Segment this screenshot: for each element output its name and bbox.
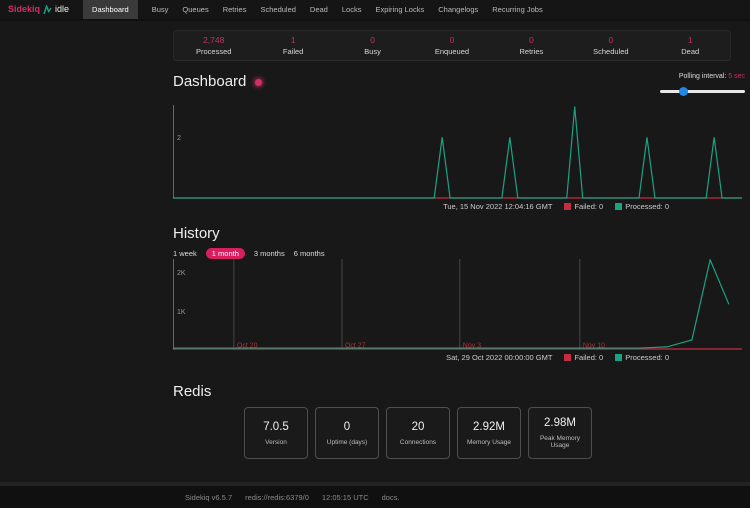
legend-swatch-icon [615, 203, 622, 210]
summary-stat: 0 Scheduled [571, 35, 650, 57]
redis-stat-value: 0 [344, 421, 350, 433]
history-section-title: History [173, 225, 745, 242]
footer-server-time: 12:05:15 UTC [322, 493, 369, 502]
summary-stat: 1 Failed [253, 35, 332, 57]
footer-version: Sidekiq v6.5.7 [185, 493, 232, 502]
legend-timestamp: Tue, 15 Nov 2022 12:04:16 GMT [443, 202, 552, 211]
summary-stat: 0 Busy [333, 35, 412, 57]
redis-stat-value: 2.92M [473, 421, 505, 433]
nav-tab[interactable]: Busy [152, 0, 169, 19]
top-navbar: Sidekiq idle Dashboard Busy Queues Retries S… [0, 0, 750, 21]
summary-stat-label: Failed [253, 47, 332, 57]
history-range-filter[interactable]: 6 months [294, 249, 325, 258]
summary-stat-label: Retries [492, 47, 571, 57]
sidekiq-brand-link[interactable]: Sidekiq [8, 0, 40, 19]
summary-stat: 1 Dead [651, 35, 730, 57]
legend-swatch-icon [564, 203, 571, 210]
footer-redis-url: redis://redis:6379/0 [245, 493, 309, 502]
redis-section-title: Redis [173, 383, 745, 400]
redis-stat-value: 2.98M [544, 417, 576, 429]
nav-tab[interactable]: Retries [223, 0, 247, 19]
legend-entry: Processed: 0 [615, 353, 669, 362]
summary-stat: 0 Enqueued [412, 35, 491, 57]
summary-stat: 2,748 Processed [174, 35, 253, 57]
svg-text:1K: 1K [177, 309, 186, 316]
summary-stat-label: Processed [174, 47, 253, 57]
history-chart: Oct 20Oct 27Nov 3Nov 102K1K [173, 259, 742, 350]
polling-control: Polling interval: 5 sec [660, 73, 745, 98]
legend-entry-label: Failed: 0 [574, 202, 603, 211]
history-range-filter[interactable]: 3 months [254, 249, 285, 258]
footer-docs-link[interactable]: docs. [382, 493, 400, 502]
redis-stat-value: 7.0.5 [263, 421, 289, 433]
redis-stat-label: Version [263, 439, 289, 446]
nav-tab[interactable]: Locks [342, 0, 362, 19]
summary-stat-value: 0 [333, 35, 412, 45]
summary-stat: 0 Retries [492, 35, 571, 57]
redis-stat-card: 2.98M Peak Memory Usage [528, 407, 592, 459]
summary-stat-label: Dead [651, 47, 730, 57]
nav-tab[interactable]: Queues [182, 0, 208, 19]
redis-stat-label: Peak Memory Usage [529, 435, 591, 449]
polling-interval-label: Polling interval: 5 sec [660, 73, 745, 80]
nav-tab[interactable]: Dashboard [83, 0, 138, 19]
realtime-chart: 2 [173, 105, 742, 199]
legend-entry-label: Failed: 0 [574, 353, 603, 362]
nav-tab[interactable]: Changelogs [438, 0, 478, 19]
legend-entry-label: Processed: 0 [625, 202, 669, 211]
history-range-filters: 1 week 1 month 3 months 6 months [173, 247, 745, 259]
nav-tab[interactable]: Scheduled [260, 0, 295, 19]
redis-stat-card: 2.92M Memory Usage [457, 407, 521, 459]
summary-stat-value: 2,748 [174, 35, 253, 45]
nav-tab[interactable]: Expiring Locks [375, 0, 424, 19]
process-status-label: idle [55, 0, 69, 19]
sidekiq-logo-icon [43, 0, 52, 19]
summary-bar: 2,748 Processed 1 Failed 0 Busy 0 Enqueu… [173, 30, 731, 61]
summary-stat-label: Enqueued [412, 47, 491, 57]
redis-stat-label: Connections [398, 439, 438, 446]
footer: Sidekiq v6.5.7 redis://redis:6379/0 12:0… [0, 486, 750, 508]
redis-stat-card: 7.0.5 Version [244, 407, 308, 459]
polling-interval-slider[interactable] [660, 90, 745, 93]
page-title: Dashboard [173, 73, 262, 90]
summary-stat-value: 1 [651, 35, 730, 45]
redis-stat-label: Uptime (days) [325, 439, 369, 446]
nav-tab[interactable]: Dead [310, 0, 328, 19]
summary-stat-label: Scheduled [571, 47, 650, 57]
summary-stat-value: 0 [412, 35, 491, 45]
history-range-filter[interactable]: 1 week [173, 249, 197, 258]
svg-text:2: 2 [177, 135, 181, 142]
legend-entry-label: Processed: 0 [625, 353, 669, 362]
legend-entry: Failed: 0 [564, 202, 603, 211]
legend-entry: Processed: 0 [615, 202, 669, 211]
redis-stat-card: 0 Uptime (days) [315, 407, 379, 459]
main-content: 2,748 Processed 1 Failed 0 Busy 0 Enqueu… [173, 30, 745, 459]
realtime-chart-legend: Tue, 15 Nov 2022 12:04:16 GMT Failed: 0 … [173, 200, 745, 212]
redis-stat-value: 20 [412, 421, 425, 433]
redis-stat-card: 20 Connections [386, 407, 450, 459]
polling-interval-value: 5 sec [728, 73, 745, 80]
history-range-filter[interactable]: 1 month [206, 248, 245, 259]
summary-stat-value: 1 [253, 35, 332, 45]
legend-timestamp: Sat, 29 Oct 2022 00:00:00 GMT [446, 353, 552, 362]
nav-tab[interactable]: Recurring Jobs [492, 0, 542, 19]
dashboard-header: Dashboard Polling interval: 5 sec [173, 73, 745, 98]
history-chart-legend: Sat, 29 Oct 2022 00:00:00 GMT Failed: 0 … [173, 351, 745, 363]
summary-stat-value: 0 [571, 35, 650, 45]
legend-swatch-icon [564, 354, 571, 361]
legend-entry: Failed: 0 [564, 353, 603, 362]
legend-swatch-icon [615, 354, 622, 361]
redis-stat-label: Memory Usage [465, 439, 513, 446]
nav-tabs: Dashboard Busy Queues Retries Scheduled Dead L… [83, 0, 543, 19]
live-beacon-icon [255, 79, 262, 86]
redis-stat-cards: 7.0.5 Version 0 Uptime (days) 20 Connect… [244, 407, 745, 459]
summary-stat-value: 0 [492, 35, 571, 45]
svg-text:2K: 2K [177, 270, 186, 277]
summary-stat-label: Busy [333, 47, 412, 57]
